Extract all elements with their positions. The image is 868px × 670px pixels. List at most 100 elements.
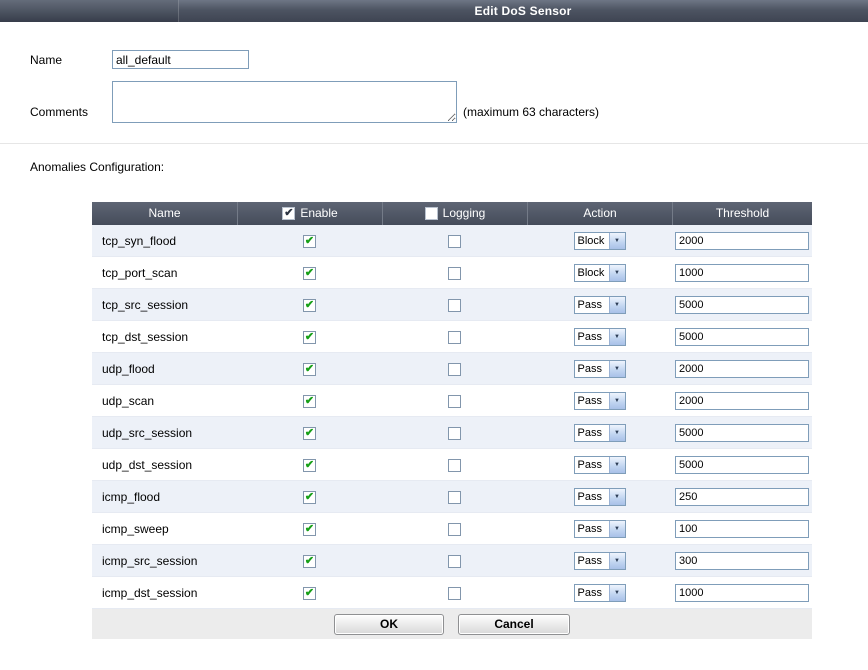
column-header-name: Name [92, 202, 237, 225]
enable-checkbox[interactable]: ✔ [303, 555, 316, 568]
action-select[interactable]: Block ▼ [574, 264, 626, 282]
threshold-input[interactable] [675, 328, 809, 346]
action-select[interactable]: Pass ▼ [574, 296, 626, 314]
name-input[interactable] [112, 50, 249, 69]
threshold-input[interactable] [675, 424, 809, 442]
column-header-threshold: Threshold [672, 202, 812, 225]
column-header-logging: Logging [382, 202, 527, 225]
anomaly-name: udp_src_session [92, 426, 237, 440]
enable-checkbox[interactable]: ✔ [303, 363, 316, 376]
anomaly-name: udp_scan [92, 394, 237, 408]
logging-checkbox[interactable] [448, 523, 461, 536]
anomaly-name: udp_dst_session [92, 458, 237, 472]
enable-checkbox[interactable]: ✔ [303, 235, 316, 248]
column-header-action: Action [527, 202, 672, 225]
logging-checkbox[interactable] [448, 459, 461, 472]
enable-checkbox[interactable]: ✔ [303, 267, 316, 280]
logging-all-checkbox[interactable] [425, 207, 438, 220]
anomaly-name: udp_flood [92, 362, 237, 376]
logging-checkbox[interactable] [448, 235, 461, 248]
action-select[interactable]: Block ▼ [574, 232, 626, 250]
anomaly-name: tcp_syn_flood [92, 234, 237, 248]
ok-button[interactable]: OK [334, 614, 444, 635]
dropdown-arrow-icon: ▼ [609, 521, 625, 537]
threshold-input[interactable] [675, 520, 809, 538]
enable-checkbox[interactable]: ✔ [303, 523, 316, 536]
anomaly-name: icmp_dst_session [92, 586, 237, 600]
threshold-input[interactable] [675, 584, 809, 602]
content-area: Name Comments (maximum 63 characters) An… [0, 22, 868, 639]
action-select[interactable]: Pass ▼ [574, 328, 626, 346]
logging-checkbox[interactable] [448, 267, 461, 280]
threshold-input[interactable] [675, 232, 809, 250]
dropdown-arrow-icon: ▼ [609, 393, 625, 409]
table-row: udp_scan ✔ Pass ▼ [92, 385, 812, 417]
logging-checkbox[interactable] [448, 331, 461, 344]
dropdown-arrow-icon: ▼ [609, 425, 625, 441]
action-select[interactable]: Pass ▼ [574, 424, 626, 442]
table-row: udp_dst_session ✔ Pass ▼ [92, 449, 812, 481]
action-select[interactable]: Pass ▼ [574, 392, 626, 410]
page-title: Edit DoS Sensor [178, 0, 868, 22]
enable-checkbox[interactable]: ✔ [303, 459, 316, 472]
table-row: tcp_dst_session ✔ Pass ▼ [92, 321, 812, 353]
title-bar-left-segment [0, 0, 179, 22]
threshold-input[interactable] [675, 456, 809, 474]
threshold-input[interactable] [675, 264, 809, 282]
table-row: udp_flood ✔ Pass ▼ [92, 353, 812, 385]
threshold-input[interactable] [675, 392, 809, 410]
comments-label: Comments [30, 105, 112, 123]
dropdown-arrow-icon: ▼ [609, 489, 625, 505]
comments-field-row: Comments (maximum 63 characters) [30, 81, 868, 123]
section-separator [0, 143, 868, 144]
dropdown-arrow-icon: ▼ [609, 585, 625, 601]
anomalies-table: Name ✔ Enable Logging Action Threshold t… [92, 202, 812, 639]
enable-checkbox[interactable]: ✔ [303, 427, 316, 440]
logging-checkbox[interactable] [448, 427, 461, 440]
action-select[interactable]: Pass ▼ [574, 488, 626, 506]
name-field-row: Name [30, 50, 868, 69]
logging-checkbox[interactable] [448, 395, 461, 408]
enable-checkbox[interactable]: ✔ [303, 299, 316, 312]
enable-checkbox[interactable]: ✔ [303, 491, 316, 504]
logging-checkbox[interactable] [448, 555, 461, 568]
anomaly-name: tcp_port_scan [92, 266, 237, 280]
logging-checkbox[interactable] [448, 299, 461, 312]
comments-max-hint: (maximum 63 characters) [463, 105, 599, 123]
anomalies-section-label: Anomalies Configuration: [30, 160, 868, 174]
title-bar: Edit DoS Sensor [0, 0, 868, 22]
enable-checkbox[interactable]: ✔ [303, 331, 316, 344]
table-footer: OK Cancel [92, 609, 812, 639]
anomaly-name: tcp_dst_session [92, 330, 237, 344]
dropdown-arrow-icon: ▼ [609, 329, 625, 345]
dropdown-arrow-icon: ▼ [609, 233, 625, 249]
logging-checkbox[interactable] [448, 587, 461, 600]
anomaly-name: tcp_src_session [92, 298, 237, 312]
table-row: tcp_src_session ✔ Pass ▼ [92, 289, 812, 321]
enable-checkbox[interactable]: ✔ [303, 395, 316, 408]
threshold-input[interactable] [675, 552, 809, 570]
column-header-enable: ✔ Enable [237, 202, 382, 225]
enable-checkbox[interactable]: ✔ [303, 587, 316, 600]
name-label: Name [30, 50, 112, 69]
table-row: udp_src_session ✔ Pass ▼ [92, 417, 812, 449]
threshold-input[interactable] [675, 360, 809, 378]
action-select[interactable]: Pass ▼ [574, 552, 626, 570]
action-select[interactable]: Pass ▼ [574, 456, 626, 474]
threshold-input[interactable] [675, 296, 809, 314]
logging-checkbox[interactable] [448, 363, 461, 376]
dropdown-arrow-icon: ▼ [609, 297, 625, 313]
logging-checkbox[interactable] [448, 491, 461, 504]
comments-textarea[interactable] [112, 81, 457, 123]
enable-all-checkbox[interactable]: ✔ [282, 207, 295, 220]
cancel-button[interactable]: Cancel [458, 614, 570, 635]
table-row: icmp_sweep ✔ Pass ▼ [92, 513, 812, 545]
action-select[interactable]: Pass ▼ [574, 360, 626, 378]
table-header-row: Name ✔ Enable Logging Action Threshold [92, 202, 812, 225]
table-row: tcp_syn_flood ✔ Block ▼ [92, 225, 812, 257]
dropdown-arrow-icon: ▼ [609, 553, 625, 569]
action-select[interactable]: Pass ▼ [574, 520, 626, 538]
action-select[interactable]: Pass ▼ [574, 584, 626, 602]
threshold-input[interactable] [675, 488, 809, 506]
table-row: icmp_src_session ✔ Pass ▼ [92, 545, 812, 577]
